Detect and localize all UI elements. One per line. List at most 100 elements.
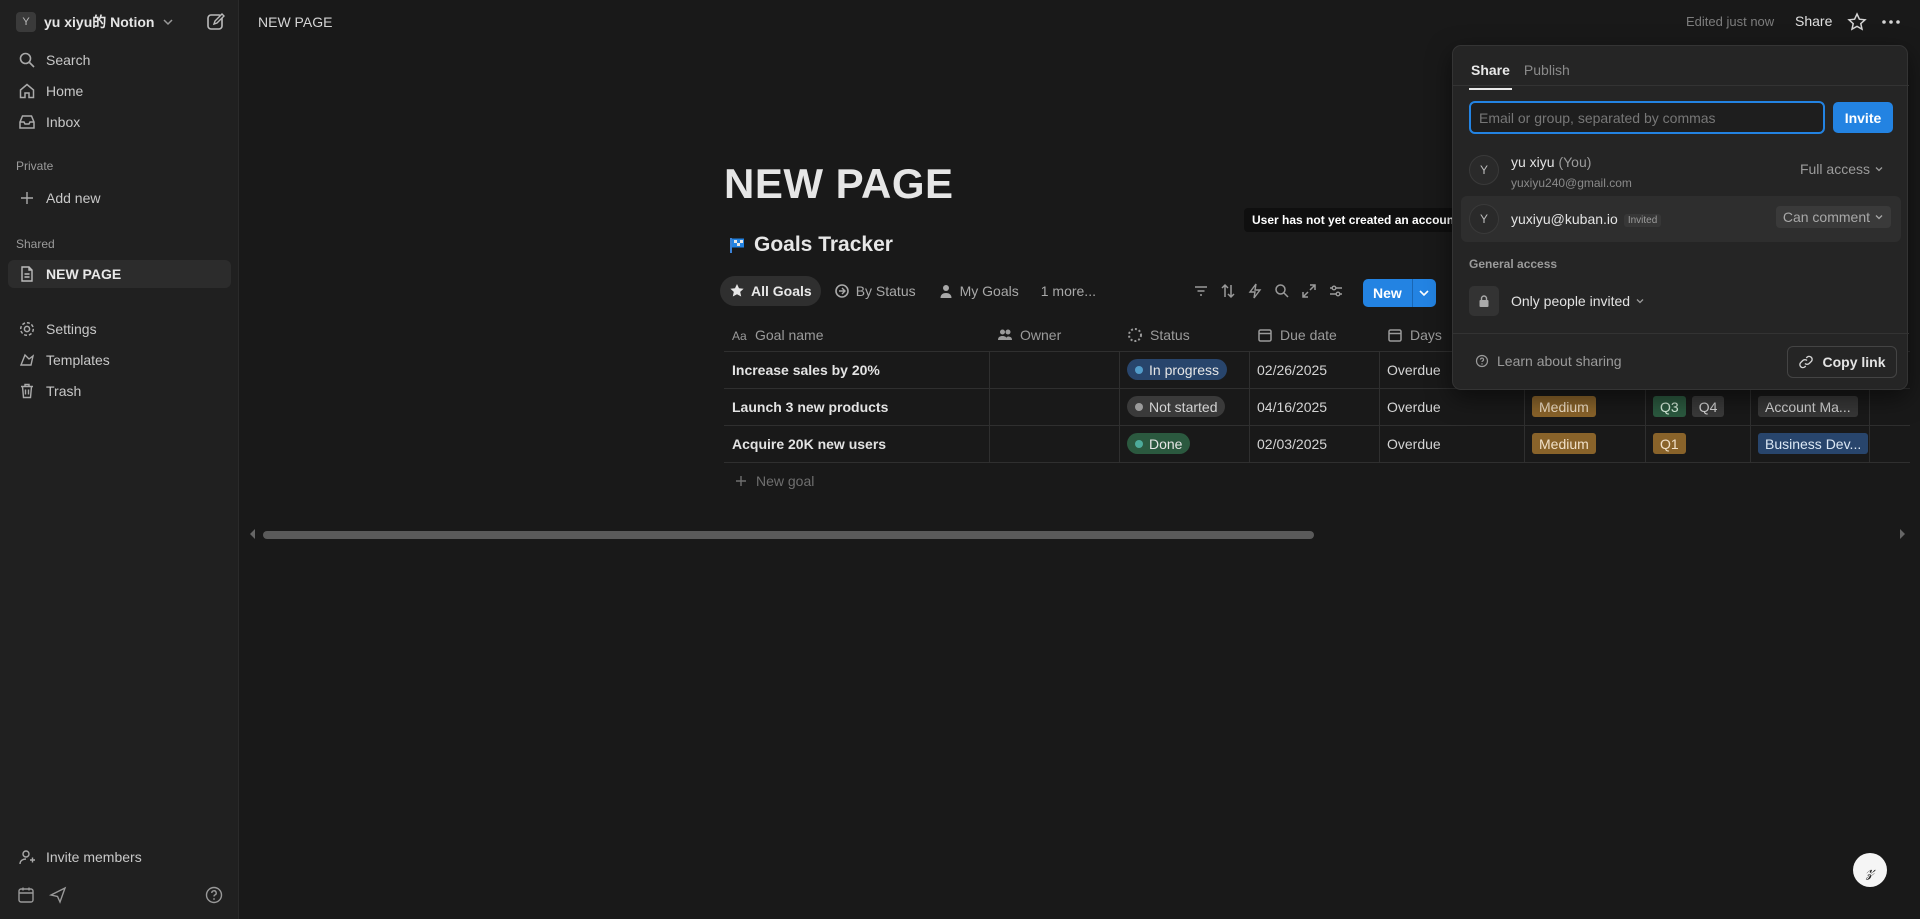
private-section-label: Private [16,159,54,173]
quarter-cell[interactable]: Q3 Q4 [1645,388,1750,425]
invite-button[interactable]: Invite [1833,102,1893,133]
column-header-goal-name[interactable]: Aa Goal name [724,318,989,351]
calendar-icon[interactable] [16,885,36,905]
column-header-status[interactable]: Status [1119,318,1249,351]
new-button-dropdown[interactable] [1411,279,1436,307]
status-badge: Done [1127,433,1191,454]
status-dot [1135,402,1143,411]
tab-by-status[interactable]: By Status [825,276,925,306]
sidebar-item-new-page[interactable]: NEW PAGE [8,260,231,288]
table-row[interactable]: Launch 3 new products Not started 04/16/… [724,388,1910,425]
avatar: Y [1469,155,1499,185]
workspace-switcher[interactable]: Y yu xiyu的 Notion [16,10,174,34]
priority-cell[interactable]: Medium [1524,388,1645,425]
workspace-name: yu xiyu的 Notion [44,14,155,30]
status-dot [1135,365,1143,374]
owner-cell[interactable] [989,351,1119,388]
tab-my-goals[interactable]: My Goals [929,276,1028,306]
quarter-cell[interactable]: Q1 [1645,425,1750,462]
owner-cell[interactable] [989,388,1119,425]
people-icon [998,329,1012,340]
goal-name-cell[interactable]: Acquire 20K new users [724,425,989,462]
column-label: Due date [1280,326,1337,343]
due-date-cell[interactable]: 02/03/2025 [1249,425,1379,462]
new-goal-button[interactable]: New goal [734,473,814,489]
chevron-down-icon [1875,215,1883,220]
status-cell[interactable]: Not started [1119,388,1249,425]
column-header-owner[interactable]: Owner [989,318,1119,351]
member-row-invited[interactable]: Y yuxiyu@kuban.io Invited Can comment [1461,196,1901,242]
chevron-down-icon [1636,299,1644,304]
table-divider [724,462,1910,463]
inbox-icon [19,115,35,129]
access-dropdown[interactable]: Can comment [1775,206,1891,228]
star-icon[interactable] [1847,12,1867,32]
page-title[interactable]: NEW PAGE [724,160,954,208]
trash-icon [21,383,33,399]
days-cell[interactable]: Overdue [1379,388,1524,425]
scroll-left-arrow[interactable] [250,529,255,539]
notion-ai-button[interactable]: 𝓏 [1853,853,1887,887]
search-icon[interactable] [1273,282,1291,300]
status-cell[interactable]: In progress [1119,351,1249,388]
sidebar-item-home[interactable]: Home [8,77,231,105]
team-cell[interactable]: Account Ma... [1750,388,1869,425]
tab-all-goals[interactable]: All Goals [720,276,821,306]
star-filled-icon [730,284,744,297]
share-button[interactable]: Share [1795,13,1832,29]
sidebar-item-settings[interactable]: Settings [8,315,231,343]
flag-icon [730,238,744,253]
scroll-right-arrow[interactable] [1900,529,1905,539]
goal-name-cell[interactable]: Increase sales by 20% [724,351,989,388]
sidebar-item-search[interactable]: Search [8,46,231,74]
status-cell[interactable]: Done [1119,425,1249,462]
settings-sliders-icon[interactable] [1327,282,1345,300]
new-button-label[interactable]: New [1363,279,1412,307]
edited-status: Edited just now [1686,14,1775,29]
general-access-dropdown[interactable]: Only people invited [1511,293,1645,309]
search-icon [19,52,35,68]
database-title[interactable]: Goals Tracker [728,233,893,257]
new-goal-label: New goal [756,473,815,489]
sidebar-item-label: NEW PAGE [46,266,122,282]
table-row[interactable]: Acquire 20K new users Done 02/03/2025 Ov… [724,425,1910,462]
filter-icon[interactable] [1192,282,1210,300]
team-cell[interactable]: Business Dev... [1750,425,1869,462]
sidebar-item-invite-members[interactable]: Invite members [8,843,231,871]
horizontal-scrollbar[interactable] [263,531,1314,539]
goal-name-cell[interactable]: Launch 3 new products [724,388,989,425]
help-icon[interactable] [204,885,224,905]
new-page-icon[interactable] [206,12,226,32]
sidebar-item-label: Add new [46,190,101,206]
new-record-button[interactable]: New [1363,279,1436,307]
invite-email-input[interactable] [1469,101,1825,134]
due-date-cell[interactable]: 04/16/2025 [1249,388,1379,425]
status-dot [1135,439,1143,448]
days-cell[interactable]: Overdue [1379,425,1524,462]
sidebar-item-templates[interactable]: Templates [8,346,231,374]
breadcrumb[interactable]: NEW PAGE [258,14,332,30]
send-icon[interactable] [48,885,68,905]
sidebar-item-inbox[interactable]: Inbox [8,108,231,136]
sidebar-item-add-new[interactable]: Add new [8,184,231,212]
expand-icon[interactable] [1300,282,1318,300]
learn-sharing-link[interactable]: Learn about sharing [1475,353,1622,369]
access-dropdown[interactable]: Full access [1793,158,1891,180]
due-date-cell[interactable]: 02/26/2025 [1249,351,1379,388]
column-header-due-date[interactable]: Due date [1249,318,1379,351]
automation-icon[interactable] [1246,282,1264,300]
tab-more-views[interactable]: 1 more... [1032,276,1105,306]
sidebar-item-label: Inbox [46,114,81,130]
text-property-icon: Aa [732,329,747,343]
priority-cell[interactable]: Medium [1524,425,1645,462]
column-label: Status [1150,326,1190,343]
gear-icon [19,321,35,337]
calendar-icon [1388,328,1402,342]
sort-icon[interactable] [1219,282,1237,300]
panel-divider [1453,85,1909,86]
sidebar-item-trash[interactable]: Trash [8,377,231,405]
more-icon[interactable] [1880,12,1902,32]
sidebar: Y yu xiyu的 Notion Search Home Inbox Priv… [0,0,239,919]
owner-cell[interactable] [989,425,1119,462]
copy-link-button[interactable]: Copy link [1787,346,1897,378]
